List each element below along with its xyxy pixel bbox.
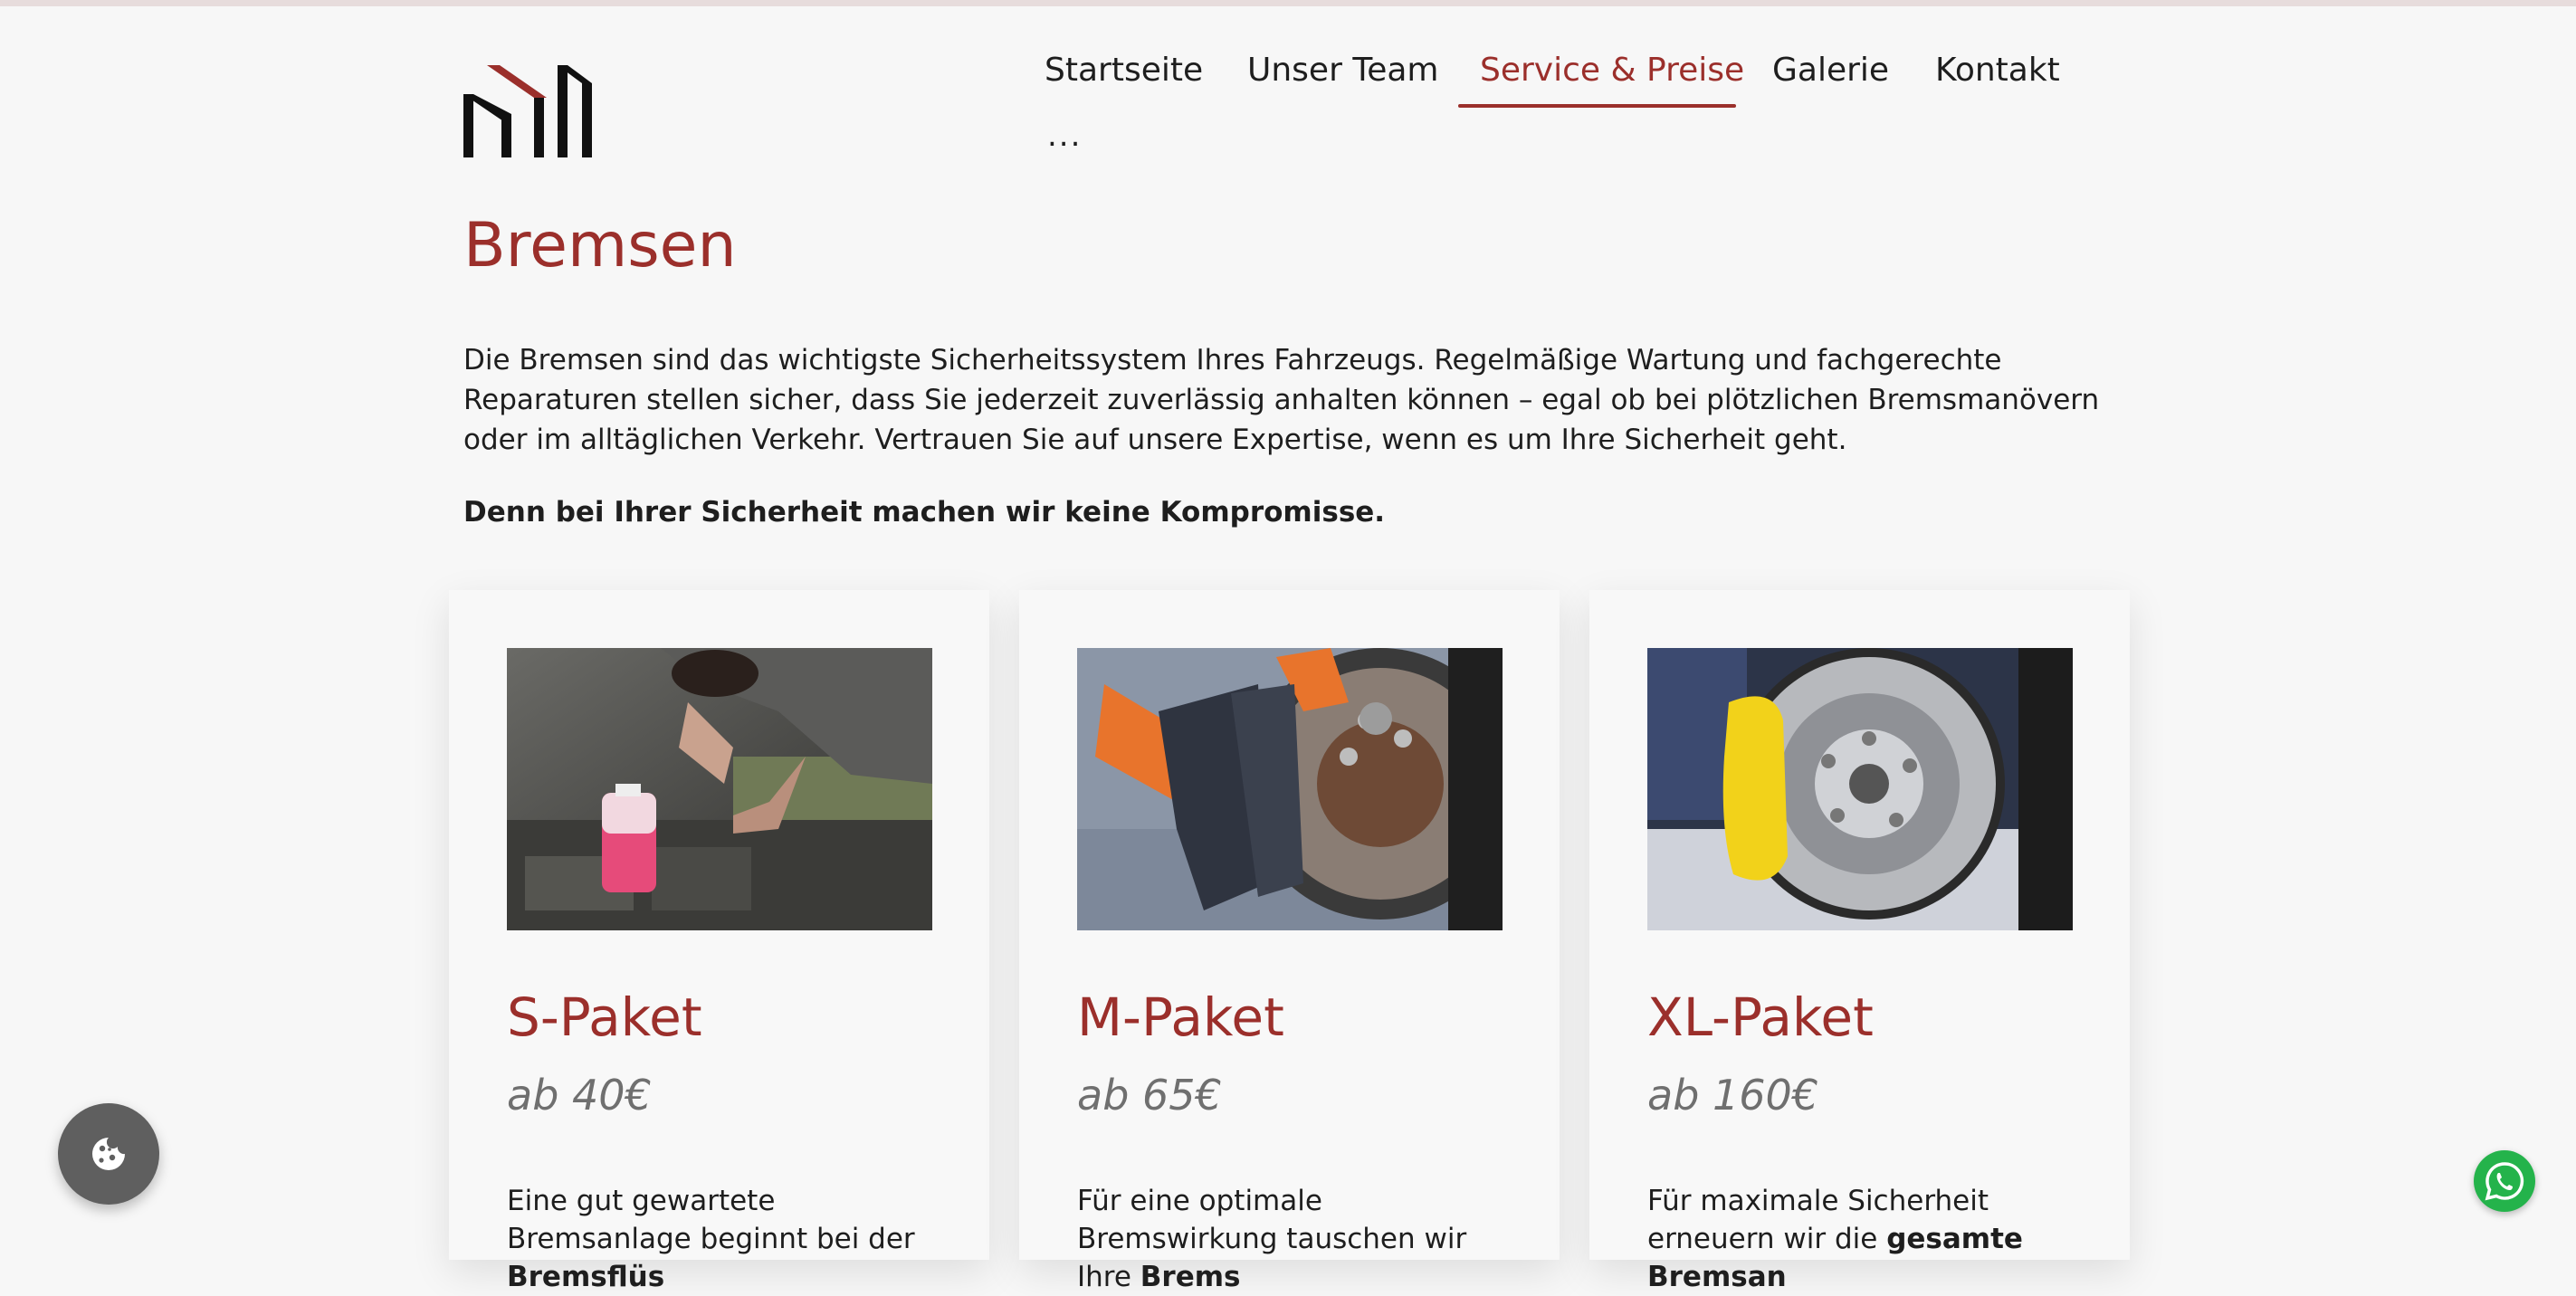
- package-title: M-Paket: [1077, 986, 1284, 1048]
- package-title: S-Paket: [507, 986, 702, 1048]
- intro-paragraph: Die Bremsen sind das wichtigste Sicherhe…: [463, 344, 2100, 456]
- package-price: ab 65€: [1077, 1071, 1222, 1120]
- nav-unser-team[interactable]: Unser Team: [1247, 47, 1438, 94]
- package-price: ab 160€: [1647, 1071, 1819, 1120]
- description-text: Eine gut gewartete Bremsanlage beginnt b…: [507, 1185, 915, 1255]
- nav-kontakt[interactable]: Kontakt: [1935, 47, 2060, 94]
- brake-fluid-photo: [507, 648, 932, 930]
- cookie-icon: [92, 1138, 125, 1170]
- page-title: Bremsen: [463, 210, 737, 281]
- brake-pads-photo: [1077, 648, 1503, 930]
- whatsapp-icon: [2485, 1162, 2524, 1201]
- description-highlight: Brems: [1140, 1261, 1241, 1293]
- nav-service-preise[interactable]: Service & Preise: [1480, 47, 1744, 94]
- package-card-xl: XL-Paket ab 160€ Für maximale Sicherheit…: [1589, 590, 2130, 1293]
- description-highlight: Bremsflüs: [507, 1261, 665, 1293]
- package-description: Eine gut gewartete Bremsanlage beginnt b…: [507, 1182, 941, 1296]
- top-accent-bar: [0, 0, 2576, 6]
- cookie-settings-button[interactable]: [58, 1103, 159, 1205]
- package-description: Für eine optimale Bremswirkung tauschen …: [1077, 1182, 1512, 1296]
- description-text: Für eine optimale Bremswirkung tauschen …: [1077, 1185, 1467, 1293]
- package-card-s: S-Paket ab 40€ Eine gut gewartete Bremsa…: [449, 590, 989, 1293]
- package-card-m: M-Paket ab 65€ Für eine optimale Bremswi…: [1019, 590, 1560, 1293]
- nav-more-button[interactable]: ...: [1047, 118, 1082, 154]
- emphasis-statement: Denn bei Ihrer Sicherheit machen wir kei…: [463, 496, 1386, 529]
- whatsapp-chat-button[interactable]: [2474, 1150, 2535, 1212]
- logo[interactable]: [463, 65, 592, 157]
- package-description: Für maximale Sicherheit erneuern wir die…: [1647, 1182, 2082, 1296]
- brake-disc-caliper-photo: [1647, 648, 2073, 930]
- nav-startseite[interactable]: Startseite: [1045, 47, 1203, 94]
- nav-galerie[interactable]: Galerie: [1772, 47, 1889, 94]
- nav-active-indicator: [1458, 104, 1736, 108]
- package-price: ab 40€: [507, 1071, 652, 1120]
- package-title: XL-Paket: [1647, 986, 1874, 1048]
